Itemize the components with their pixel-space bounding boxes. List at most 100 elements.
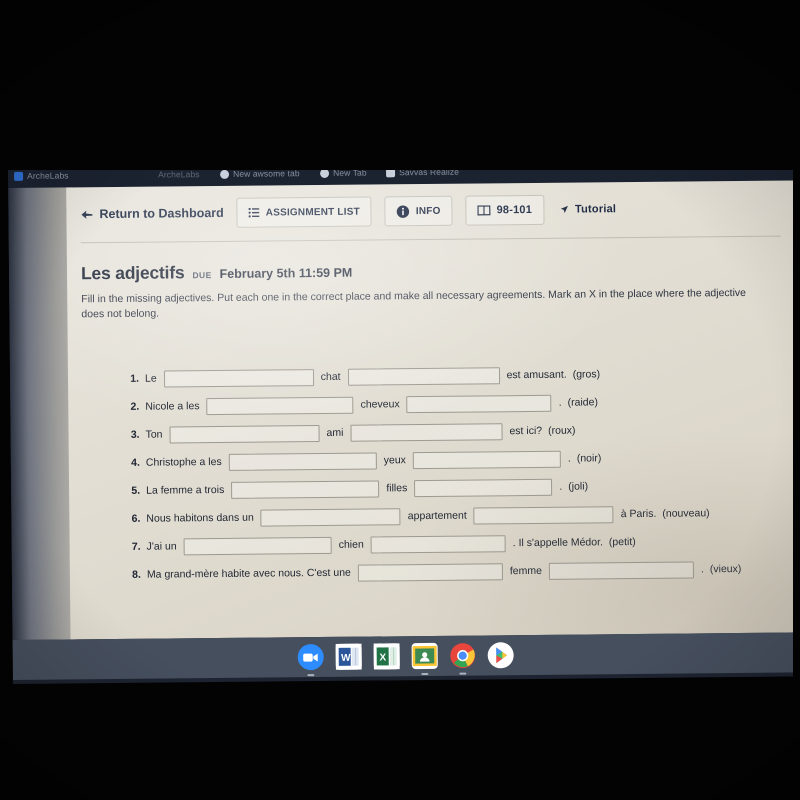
- chromeos-shelf: W X: [12, 632, 799, 680]
- question-number: 4.: [131, 456, 140, 469]
- answer-blank-1[interactable]: [231, 479, 380, 499]
- tutorial-button[interactable]: Tutorial: [557, 194, 618, 225]
- tutorial-label: Tutorial: [574, 203, 617, 216]
- adjective-hint: (raide): [567, 396, 598, 409]
- answer-blank-1[interactable]: [163, 368, 314, 388]
- play-glyph: [488, 642, 514, 668]
- photo-bezel-bottom: [0, 684, 800, 800]
- question-text-after: est amusant.: [506, 368, 567, 382]
- answer-blank-2[interactable]: [350, 422, 503, 442]
- savvas-assignment-page: Return to Dashboard ASSIGNMENT LIST INFO…: [66, 180, 799, 640]
- zoom-icon[interactable]: [297, 643, 324, 677]
- question-text-before: J'ai un: [146, 540, 177, 553]
- question-row: 8. Ma grand-mère habite avec nous. C'est …: [122, 555, 782, 589]
- question-text-after: . Il s'appelle Médor.: [512, 536, 603, 550]
- browser-tab-label: ArcheLabs: [158, 169, 200, 180]
- puzzle-icon: [14, 171, 24, 181]
- answer-blank-1[interactable]: [357, 562, 503, 582]
- assignment-list-label: ASSIGNMENT LIST: [265, 206, 360, 219]
- photo-bezel-top: [0, 0, 800, 170]
- chromebook-screen: ArcheLabs ArcheLabs New awsome tab New T…: [8, 160, 799, 684]
- excel-glyph: X: [373, 643, 400, 670]
- due-date: February 5th 11:59 PM: [219, 265, 353, 281]
- answer-blank-1[interactable]: [260, 507, 401, 527]
- browser-tab-0[interactable]: ArcheLabs: [14, 170, 69, 181]
- pages-button[interactable]: 98-101: [465, 194, 545, 226]
- question-noun: appartement: [407, 509, 467, 523]
- pages-label: 98-101: [496, 203, 533, 217]
- answer-blank-1[interactable]: [183, 536, 332, 555]
- globe-icon: [220, 169, 230, 179]
- question-text-after: est ici?: [509, 424, 543, 438]
- question-text-before: Ma grand-mère habite avec nous. C'est un…: [146, 566, 351, 581]
- question-text-before: Nous habitons dans un: [146, 511, 254, 525]
- question-text-before: Nicole a les: [145, 400, 200, 413]
- question-number: 3.: [130, 428, 140, 441]
- answer-blank-1[interactable]: [169, 424, 320, 443]
- return-to-dashboard-button[interactable]: Return to Dashboard: [80, 205, 224, 222]
- svg-text:W: W: [341, 653, 351, 664]
- question-text-after: à Paris.: [620, 507, 657, 521]
- info-circle-icon: [397, 205, 410, 218]
- book-icon: [477, 205, 491, 216]
- assignment-list-button[interactable]: ASSIGNMENT LIST: [236, 196, 373, 228]
- instructions-text: Fill in the missing adjectives. Put each…: [81, 286, 747, 321]
- info-label: INFO: [415, 205, 441, 217]
- zoom-camera-glyph: [303, 653, 318, 662]
- adjective-hint: (gros): [572, 368, 601, 381]
- adjective-hint: (nouveau): [662, 507, 710, 520]
- answer-blank-2[interactable]: [370, 534, 506, 554]
- shelf-running-indicator: [421, 672, 429, 676]
- question-noun: chien: [338, 538, 364, 551]
- answer-blank-2[interactable]: [473, 505, 614, 525]
- play-store-icon[interactable]: [487, 642, 514, 669]
- assignment-toolbar: Return to Dashboard ASSIGNMENT LIST INFO…: [66, 180, 794, 241]
- word-icon[interactable]: W: [335, 643, 362, 670]
- browser-tab-label: ArcheLabs: [27, 170, 69, 181]
- cursor-arrow-icon: [560, 205, 568, 213]
- answer-blank-2[interactable]: [414, 478, 553, 497]
- question-noun: yeux: [383, 454, 406, 467]
- question-text-before: Ton: [145, 428, 163, 441]
- question-number: 2.: [130, 400, 140, 413]
- page-title: Les adjectifs: [80, 262, 185, 284]
- return-to-dashboard-label: Return to Dashboard: [99, 205, 224, 222]
- answer-blank-2[interactable]: [347, 366, 500, 386]
- shelf-running-indicator: [459, 672, 467, 675]
- photo-bezel-left: [0, 0, 8, 800]
- answer-blank-2[interactable]: [412, 450, 561, 469]
- list-icon: [248, 207, 260, 218]
- question-number: 5.: [131, 484, 141, 497]
- question-number: 6.: [131, 512, 141, 525]
- adjective-hint: (petit): [608, 535, 636, 549]
- adjective-hint: (roux): [548, 424, 576, 437]
- question-number: 8.: [132, 568, 141, 581]
- photo-bezel-right: [793, 0, 800, 800]
- question-noun: femme: [509, 564, 542, 578]
- google-classroom-icon[interactable]: [411, 642, 438, 676]
- question-noun: chat: [320, 370, 341, 384]
- chrome-icon[interactable]: [450, 643, 476, 675]
- question-text-before: Le: [144, 372, 157, 385]
- info-button[interactable]: INFO: [384, 195, 453, 227]
- question-number: 1.: [130, 372, 140, 385]
- excel-icon[interactable]: X: [373, 643, 400, 670]
- question-number: 7.: [131, 540, 141, 553]
- word-glyph: W: [335, 643, 362, 670]
- question-text-after: .: [700, 563, 704, 576]
- assignment-title-row: Les adjectifs DUE February 5th 11:59 PM: [81, 261, 352, 285]
- answer-blank-2[interactable]: [406, 394, 552, 413]
- question-text-after: .: [567, 452, 571, 465]
- due-label: DUE: [192, 270, 212, 281]
- questions-list: 1. Le chat est amusant. (gros) 2. Nicole a les…: [120, 359, 782, 589]
- question-text-before: La femme a trois: [146, 483, 225, 497]
- answer-blank-1[interactable]: [228, 451, 377, 471]
- answer-blank-2[interactable]: [548, 560, 695, 580]
- browser-tab-1[interactable]: ArcheLabs: [158, 169, 200, 179]
- photo-of-chromebook-screen: ArcheLabs ArcheLabs New awsome tab New T…: [0, 0, 800, 800]
- shelf-running-indicator: [307, 674, 315, 677]
- adjective-hint: (vieux): [709, 562, 742, 576]
- classroom-glyph: [412, 645, 437, 667]
- chrome-glyph: [450, 643, 476, 669]
- answer-blank-1[interactable]: [206, 396, 354, 415]
